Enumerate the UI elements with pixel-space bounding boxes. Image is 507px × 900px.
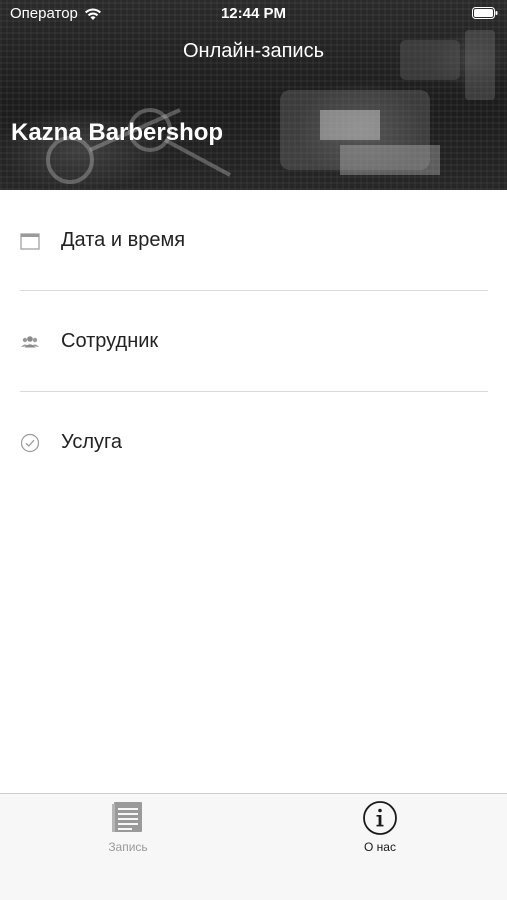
tab-label-booking: Запись	[108, 840, 148, 854]
row-label-service: Услуга	[61, 431, 123, 453]
tab-bar: Запись О нас	[0, 793, 507, 900]
calendar-icon	[20, 231, 40, 251]
battery-icon	[472, 7, 498, 19]
row-service[interactable]: Услуга	[0, 392, 507, 493]
row-label-date-time: Дата и время	[61, 229, 186, 251]
info-icon	[363, 801, 397, 835]
checkmark-circle-icon	[20, 433, 40, 453]
row-label-staff: Сотрудник	[61, 330, 159, 352]
barbershop-name: Kazna Barbershop	[11, 119, 224, 146]
app-screen: Оператор 12:44 PM Онлайн-запись Kazna Ba…	[0, 0, 507, 900]
tab-label-about: О нас	[364, 840, 396, 854]
list-document-icon	[112, 802, 142, 832]
barber-tools-background-image	[46, 30, 495, 184]
row-date-time[interactable]: Дата и время	[0, 190, 507, 291]
people-icon	[20, 332, 40, 352]
row-staff[interactable]: Сотрудник	[0, 291, 507, 392]
tab-about[interactable]: О нас	[320, 800, 440, 854]
status-time: 12:44 PM	[220, 5, 287, 22]
header-banner: Оператор 12:44 PM Онлайн-запись Kazna Ba…	[0, 0, 507, 190]
status-bar: Оператор 12:44 PM	[0, 0, 507, 28]
nav-title: Онлайн-запись	[183, 40, 324, 62]
tab-booking[interactable]: Запись	[68, 800, 188, 854]
booking-options-list: Дата и время Сотрудник Услуга	[0, 190, 507, 493]
